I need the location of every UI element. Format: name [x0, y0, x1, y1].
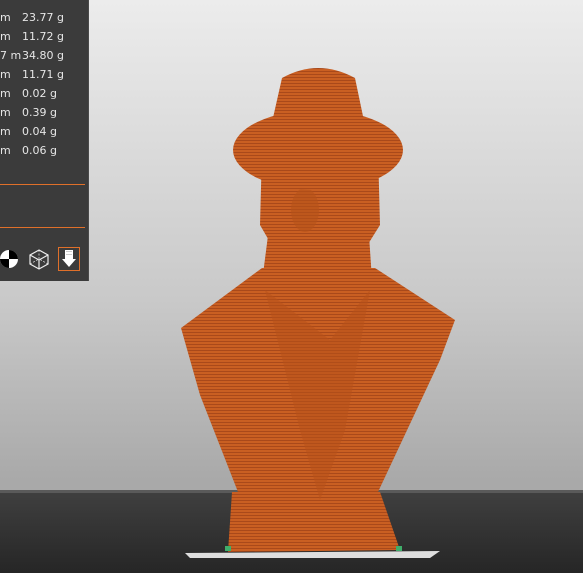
filament-weight: 11.72 g: [22, 30, 64, 43]
filament-row: 7 m 34.80 g: [0, 46, 86, 65]
filament-row: m 23.77 g: [0, 8, 86, 27]
filament-row: m 11.71 g: [0, 65, 86, 84]
filament-weight: 11.71 g: [22, 68, 64, 81]
filament-length: m: [0, 144, 11, 157]
separator: [0, 227, 85, 228]
filament-length: m: [0, 68, 11, 81]
filament-length: m: [0, 125, 11, 138]
section-view-button[interactable]: [0, 247, 20, 271]
filament-weight: 0.04 g: [22, 125, 57, 138]
section-view-icon: [0, 250, 18, 268]
filament-row: m 0.39 g: [0, 103, 86, 122]
layer-view-button[interactable]: [58, 247, 80, 271]
filament-length: m: [0, 106, 11, 119]
wireframe-cube-icon: [29, 249, 49, 270]
filament-length: m: [0, 11, 11, 24]
filament-row: m 0.04 g: [0, 122, 86, 141]
filament-weight: 0.02 g: [22, 87, 57, 100]
filament-weight: 0.39 g: [22, 106, 57, 119]
filament-length: 7 m: [0, 49, 22, 62]
filament-row: m 0.06 g: [0, 141, 86, 160]
filament-usage-panel: m 23.77 g m 11.72 g 7 m 34.80 g m 11.71 …: [0, 0, 89, 281]
plate-label: [185, 551, 440, 558]
filament-length: m: [0, 87, 11, 100]
filament-weight: 34.80 g: [22, 49, 64, 62]
wireframe-view-button[interactable]: [28, 247, 50, 271]
filament-weight: 23.77 g: [22, 11, 64, 24]
filament-length: m: [0, 30, 11, 43]
filament-weight: 0.06 g: [22, 144, 57, 157]
filament-row: m 11.72 g: [0, 27, 86, 46]
separator: [0, 184, 85, 185]
layer-download-icon: [62, 250, 76, 267]
filament-row: m 0.02 g: [0, 84, 86, 103]
